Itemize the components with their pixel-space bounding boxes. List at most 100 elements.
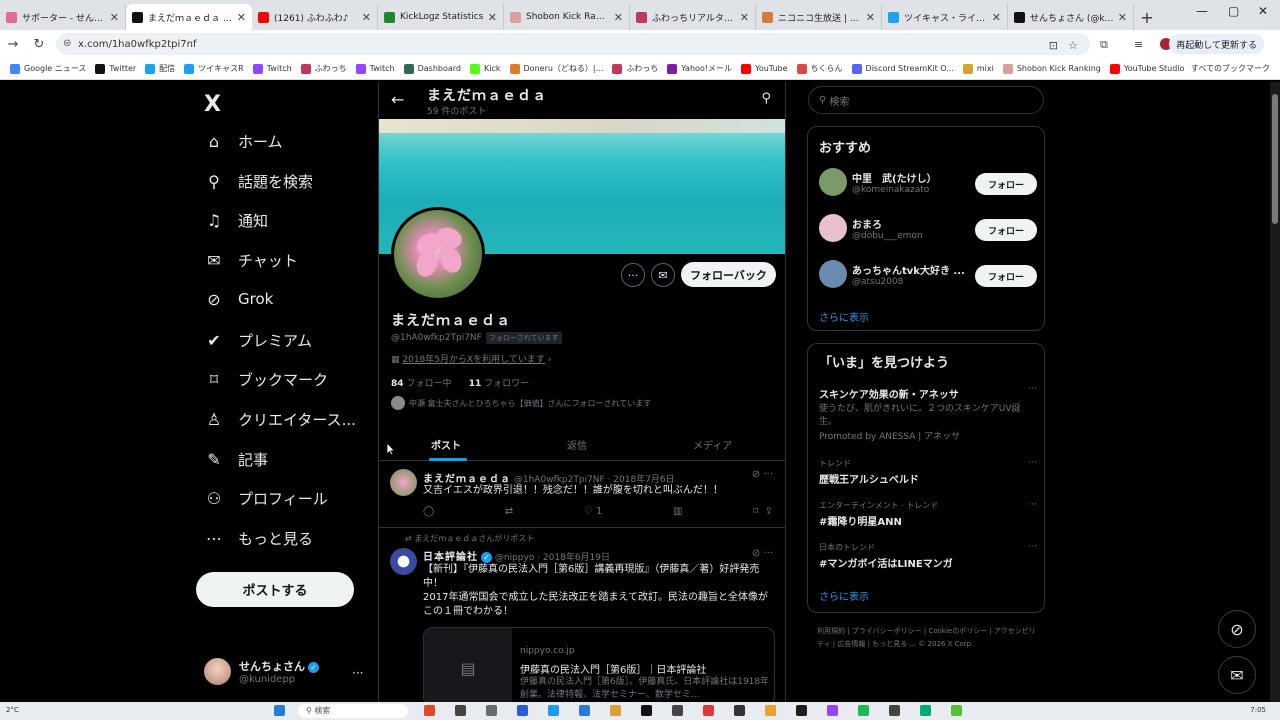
tab-close-icon[interactable]: ✕ — [1118, 11, 1127, 24]
page-scrollbar[interactable] — [1270, 82, 1280, 702]
browser-tab[interactable]: せんちょさん (@kunid ✕ — [1008, 4, 1134, 30]
tab-close-icon[interactable]: ✕ — [237, 11, 246, 24]
tab-close-icon[interactable]: ✕ — [488, 11, 497, 24]
trend-item[interactable]: トレンド 歴戦王アルシュベルド ··· — [819, 458, 1037, 486]
browser-tab[interactable]: KickLogz Statistics ✕ — [378, 4, 504, 30]
new-tab-icon[interactable]: + — [1134, 4, 1160, 30]
trend-item[interactable]: エンターテインメント · トレンド #霜降り明星ANN ··· — [819, 500, 1037, 528]
sidebar-item[interactable]: ✔ プレミアム — [204, 330, 312, 351]
tab-close-icon[interactable]: ✕ — [362, 11, 371, 24]
sidebar-item[interactable]: ⌂ ホーム — [204, 131, 283, 152]
reply-icon[interactable]: ◯ — [423, 506, 434, 517]
taskbar-app-icon[interactable] — [827, 705, 838, 716]
media-icon[interactable]: ≡ — [1134, 38, 1143, 51]
bookmark-item[interactable]: Google ニュース — [10, 63, 86, 74]
suggestion-avatar[interactable] — [819, 214, 847, 242]
trends-show-more-link[interactable]: さらに表示 — [819, 588, 869, 603]
bookmark-item[interactable]: Yahoo!メール — [667, 63, 732, 74]
reload-icon[interactable]: ↻ — [26, 37, 52, 52]
sidebar-item[interactable]: ♙ クリエイタース... — [204, 409, 356, 430]
search-icon[interactable]: ⚲ — [761, 91, 771, 106]
bookmark-item[interactable]: ツイキャスR — [184, 63, 244, 74]
maximize-icon[interactable]: ▢ — [1228, 4, 1239, 18]
bookmark-item[interactable]: ふわっち — [300, 63, 347, 74]
taskbar-app-icon[interactable] — [486, 705, 497, 716]
message-icon[interactable]: ✉ — [651, 263, 675, 287]
suggestion-item[interactable]: おまろ @dobu___emon フォロー — [819, 214, 1037, 246]
taskbar-app-icon[interactable] — [951, 705, 962, 716]
bookmark-item[interactable]: YouTube Studio — [1109, 63, 1184, 74]
bookmark-item[interactable]: Kick — [470, 63, 501, 74]
tab-close-icon[interactable]: ✕ — [740, 11, 749, 24]
taskbar-app-icon[interactable] — [455, 705, 466, 716]
taskbar-app-icon[interactable] — [579, 705, 590, 716]
show-more-link[interactable]: さらに表示 — [819, 309, 869, 324]
browser-tab[interactable]: (1261) ふわふわ♪ ✕ — [252, 4, 378, 30]
follow-button[interactable]: フォロー — [975, 265, 1037, 287]
bookmark-share-icons[interactable]: ⌑ ⇪ — [753, 506, 773, 517]
taskbar-app-icon[interactable] — [672, 705, 683, 716]
following-link[interactable]: 84 フォロー中 — [391, 379, 452, 389]
footer-links[interactable]: 利用規約 | プライバシーポリシー | Cookieのポリシー | アクセシビリ… — [817, 625, 1037, 651]
taskbar-app-icon[interactable] — [796, 705, 807, 716]
post-more-icon[interactable]: ⊘ ··· — [752, 469, 773, 480]
bookmark-item[interactable]: YouTube — [741, 63, 788, 74]
sidebar-item[interactable]: ⌑ ブックマーク — [204, 369, 328, 390]
post-author[interactable]: 日本評論社 — [423, 552, 478, 563]
bookmark-item[interactable]: Shobon Kick Ranking — [1002, 63, 1101, 74]
taskbar-app-icon[interactable] — [703, 705, 714, 716]
x-logo-icon[interactable]: X — [204, 92, 221, 117]
bookmark-item[interactable]: mixi — [962, 63, 994, 74]
address-bar[interactable]: ⊜ x.com/1ha0wfkp2tpi7nf ⊡ ☆ — [56, 33, 1090, 55]
scrollbar-thumb[interactable] — [1272, 94, 1278, 224]
browser-tab[interactable]: ツイキャス・ライブでつな ✕ — [882, 4, 1008, 30]
trend-more-icon[interactable]: ··· — [1028, 384, 1037, 394]
account-more-icon[interactable]: ··· — [352, 666, 363, 680]
minimize-icon[interactable]: — — [1196, 4, 1208, 18]
post-avatar[interactable] — [390, 469, 417, 496]
all-bookmarks-button[interactable]: すべてのブックマーク — [1191, 63, 1270, 74]
tab-posts[interactable]: ポスト — [431, 437, 461, 452]
weather-widget[interactable]: 2°C — [6, 706, 19, 714]
trend-item[interactable]: 日本のトレンド #マンガボイ活はLINEマンガ ··· — [819, 542, 1037, 570]
suggestion-item[interactable]: 中里 武(たけし） @komeinakazato フォロー — [819, 168, 1037, 200]
back-arrow-icon[interactable]: ← — [391, 90, 404, 109]
followed-by[interactable]: 中瀬 富士夫さんとひろちゃら【価値】さんにフォローされています — [391, 396, 651, 410]
suggestion-avatar[interactable] — [819, 260, 847, 288]
joined-date[interactable]: ▦ 2018年5月からXを利用しています › — [391, 352, 551, 365]
like-button[interactable]: ♡ 1 — [584, 506, 603, 517]
browser-tab[interactable]: Shobon Kick Ranking ✕ — [504, 4, 630, 30]
post-button[interactable]: ポストする — [196, 572, 354, 607]
taskbar-app-icon[interactable] — [889, 705, 900, 716]
bookmark-item[interactable]: Twitter — [95, 63, 136, 74]
bookmark-item[interactable]: ふわっち — [612, 63, 658, 74]
more-options-icon[interactable]: ··· — [621, 263, 645, 287]
followers-link[interactable]: 11 フォロワー — [469, 379, 530, 389]
tab-close-icon[interactable]: ✕ — [866, 11, 875, 24]
sidebar-item[interactable]: ✉ チャット — [204, 250, 298, 271]
follow-back-button[interactable]: フォローバック — [681, 262, 776, 287]
taskbar-app-icon[interactable] — [517, 705, 528, 716]
repost-icon[interactable]: ⇄ — [505, 506, 513, 517]
back-arrow-icon[interactable]: → — [0, 37, 26, 52]
restart-update-button[interactable]: 再起動して更新する — [1169, 34, 1264, 54]
profile-avatar[interactable] — [391, 207, 485, 301]
taskbar-app-icon[interactable] — [920, 705, 931, 716]
follow-button[interactable]: フォロー — [975, 173, 1037, 195]
browser-tab[interactable]: まえだｍａｅｄａ (@ ✕ — [126, 4, 252, 30]
bookmark-item[interactable]: 配信 — [145, 63, 175, 74]
taskbar-app-icon[interactable] — [765, 705, 776, 716]
bookmark-item[interactable]: Doneru（どねる）|... — [509, 63, 603, 74]
sidebar-item[interactable]: ⋯ もっと見る — [204, 528, 313, 549]
views-icon[interactable]: ▥ — [673, 506, 682, 517]
taskbar-app-icon[interactable] — [424, 705, 435, 716]
tab-media[interactable]: メディア — [693, 437, 732, 452]
install-icon[interactable]: ⊡ — [1049, 39, 1058, 52]
extensions-icon[interactable]: ⧉ — [1100, 38, 1108, 52]
start-icon[interactable] — [274, 705, 285, 716]
sidebar-item[interactable]: ⚲ 話題を検索 — [204, 171, 313, 192]
bookmark-item[interactable]: Twitch — [355, 63, 395, 74]
browser-tab[interactable]: ふわっちリアルタイムランキ ✕ — [630, 4, 756, 30]
search-input[interactable]: ⚲ 検索 — [808, 86, 1044, 114]
post-avatar[interactable] — [390, 548, 417, 575]
